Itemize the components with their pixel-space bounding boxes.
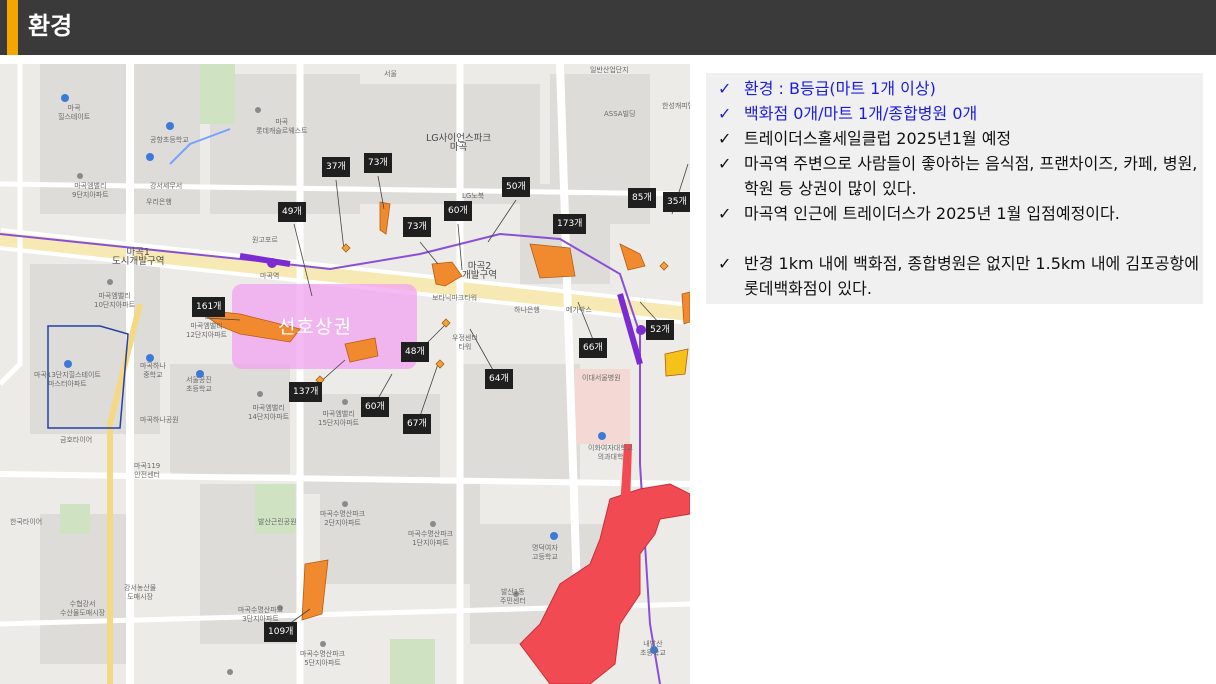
label-lg-science: LG사이언스파크 마곡 bbox=[426, 133, 492, 153]
label-mg-valley14: 마곡엠밸리 14단지아파트 bbox=[248, 404, 290, 421]
label-myungduk-hs: 명덕여자 고등학교 bbox=[532, 544, 558, 561]
count-badge: 60개 bbox=[444, 201, 472, 221]
label-woori-bank: 우리은행 bbox=[146, 198, 172, 206]
label-lotte-castle: 마곡 롯데캐슬르웨스트 bbox=[256, 118, 308, 135]
count-badge: 173개 bbox=[553, 214, 587, 234]
label-seoul-gongjin: 서울공진 초등학교 bbox=[186, 376, 212, 393]
check-icon: ✓ bbox=[718, 104, 732, 123]
label-ewha-univ: 이화여자대학교 의과대학 bbox=[588, 444, 634, 461]
label-mg-park: 마곡하나공원 bbox=[140, 416, 179, 424]
label-hansung: 한성캐피탈 bbox=[662, 102, 690, 110]
label-botanic: 보타닉파크타워 bbox=[432, 294, 478, 302]
label-suhyup: 수협강서 수산물도매시장 bbox=[60, 600, 106, 617]
label-ilsan: 일반산업단지 bbox=[590, 66, 629, 74]
label-mg-valley10: 마곡엠밸리 10단지아파트 bbox=[94, 292, 136, 309]
label-woonji-school: 원고포르 bbox=[252, 236, 278, 244]
count-badge: 49개 bbox=[278, 202, 306, 222]
label-mg-valley15: 마곡엠밸리 15단지아파트 bbox=[318, 410, 360, 427]
count-badge: 109개 bbox=[264, 622, 298, 642]
header-accent bbox=[7, 0, 18, 55]
page-title: 환경 bbox=[28, 12, 73, 40]
label-gonghang-school: 공항초등학교 bbox=[150, 136, 189, 144]
label-ubang: 우정센터 타워 bbox=[452, 334, 478, 351]
check-icon: ✓ bbox=[718, 129, 732, 148]
label-hana-bank: 하나은행 bbox=[514, 306, 540, 314]
label-mg-sujeong1: 마곡수명산파크 1단지아파트 bbox=[408, 530, 454, 547]
label-gangseo-tax: 강서세무서 bbox=[150, 182, 183, 190]
count-badge: 67개 bbox=[403, 414, 431, 434]
label-mg-middle: 마곡하나 중학교 bbox=[140, 362, 166, 379]
environment-summary: ✓ 환경 : B등급(마트 1개 이상) ✓ 백화점 0개/마트 1개/종합병원… bbox=[706, 73, 1203, 304]
area-map[interactable]: 일반산업단지 서울 마곡 힐스테이트 마곡 롯데캐슬르웨스트 LG사이언스파크 … bbox=[0, 64, 690, 684]
label-balsan1: 발산1동 주민센터 bbox=[500, 588, 526, 605]
label-seoul: 서울 bbox=[384, 70, 397, 78]
count-badge: 37개 bbox=[322, 157, 350, 177]
label-mg-valley12: 마곡엠밸리 12단지아파트 bbox=[186, 322, 228, 339]
count-badge: 73개 bbox=[403, 217, 431, 237]
label-mg119: 마곡119 안전센터 bbox=[134, 462, 161, 479]
count-badge: 48개 bbox=[401, 342, 429, 362]
label-mg-sujeong2: 마곡수명산파크 2단지아파트 bbox=[320, 510, 366, 527]
count-badge: 73개 bbox=[364, 153, 392, 173]
zone-label: 선호상권 bbox=[278, 316, 352, 338]
check-icon: ✓ bbox=[718, 204, 732, 223]
header-bar: 환경 bbox=[0, 0, 1216, 55]
label-mg13: 마곡13단지힐스테이트 마스터아파트 bbox=[34, 371, 101, 388]
label-magok1: 마곡1 도시개발구역 bbox=[112, 247, 165, 267]
label-magok2: 마곡2 개발구역 bbox=[462, 261, 497, 281]
check-icon: ✓ bbox=[718, 254, 732, 273]
label-mg-hills: 마곡 힐스테이트 bbox=[58, 104, 91, 121]
label-balsan-park: 발산근린공원 bbox=[258, 518, 297, 526]
count-badge: 161개 bbox=[192, 297, 226, 317]
label-mg-valley9: 마곡엠밸리 9단지아파트 bbox=[72, 182, 109, 199]
label-ewha-hosp: 이대서울병원 bbox=[582, 374, 621, 382]
count-badge: 35개 bbox=[663, 192, 690, 212]
count-badge: 52개 bbox=[646, 320, 674, 340]
count-badge: 60개 bbox=[361, 397, 389, 417]
check-icon: ✓ bbox=[718, 154, 732, 173]
count-badge: 64개 bbox=[485, 369, 513, 389]
count-badge: 137개 bbox=[289, 382, 323, 402]
label-kumho-tire: 금호타이어 bbox=[60, 436, 93, 444]
count-badge: 50개 bbox=[502, 177, 530, 197]
count-badge: 66개 bbox=[579, 338, 607, 358]
check-icon: ✓ bbox=[718, 79, 732, 98]
label-assa: ASSA빌딩 bbox=[604, 110, 636, 118]
label-naebalsan: 내발산 초등학교 bbox=[640, 640, 666, 657]
label-gangseo-market: 강서농산물 도매시장 bbox=[124, 584, 157, 601]
label-hankook-tire: 한국타이어 bbox=[10, 518, 43, 526]
count-badge: 85개 bbox=[628, 188, 656, 208]
label-mg-sujeong5: 마곡수명산파크 5단지아파트 bbox=[300, 650, 346, 667]
label-magok-stn: 마곡역 bbox=[260, 272, 280, 280]
label-megabox: 메가박스 bbox=[566, 306, 592, 314]
label-lgnorth: LG노북 bbox=[462, 192, 485, 200]
